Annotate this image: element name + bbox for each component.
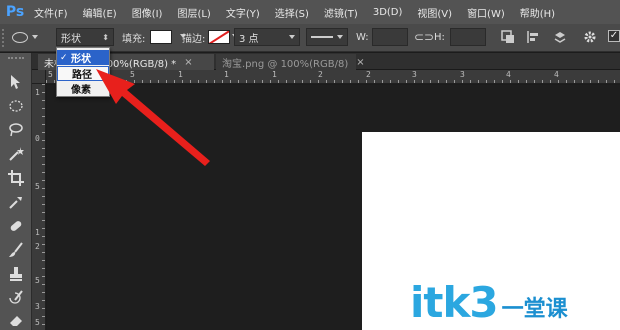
menu-help[interactable]: 帮助(H) (520, 5, 555, 20)
ruler-number: 2 (366, 70, 371, 79)
mode-option-path[interactable]: 路径 (57, 66, 109, 81)
crop-tool-icon[interactable] (7, 169, 25, 187)
watermark-cn: 一堂课 (501, 297, 568, 322)
document-tab[interactable]: 淘宝.png @ 100%(RGB/8) × (216, 54, 365, 70)
ruler-number: 3 (460, 70, 465, 79)
ruler-number: 3 (35, 302, 40, 311)
eraser-tool-icon[interactable] (7, 311, 25, 329)
lasso-tool-icon[interactable] (7, 121, 25, 139)
ruler-number: 2 (318, 70, 323, 79)
tool-preset-picker[interactable] (12, 28, 48, 46)
height-label: H: (434, 31, 445, 43)
move-tool-icon[interactable] (7, 73, 25, 91)
menu-view[interactable]: 视图(V) (417, 5, 452, 20)
menu-window[interactable]: 窗口(W) (467, 5, 505, 20)
tab-label: 淘宝.png @ 100%(RGB/8) (222, 58, 349, 70)
magic-wand-icon[interactable] (7, 145, 25, 163)
ruler-number: 1 (178, 70, 183, 79)
ellipse-icon (12, 31, 28, 43)
option-label: 形状 (71, 54, 91, 65)
ruler-number: 5 (35, 182, 40, 191)
mode-option-pixels[interactable]: 像素 (57, 81, 109, 96)
menu-type[interactable]: 文字(Y) (226, 5, 260, 20)
tool-mode-dropdown: ✓ 形状 路径 像素 (56, 47, 110, 97)
ruler-ticks (32, 84, 45, 330)
path-operations-icon[interactable] (500, 29, 516, 45)
stroke-width-value: 3 点 (239, 33, 259, 45)
chevron-down-icon (337, 35, 343, 39)
ruler-number: 3 (412, 70, 417, 79)
tools-panel (0, 53, 32, 330)
width-input[interactable] (372, 28, 408, 46)
ruler-number: 5 (130, 70, 135, 79)
fill-color-swatch[interactable] (150, 30, 172, 44)
tools-grip[interactable] (8, 57, 24, 61)
ruler-number: 4 (506, 70, 511, 79)
close-icon[interactable]: × (184, 57, 192, 68)
option-label: 像素 (71, 85, 91, 96)
ruler-number: 5 (35, 318, 40, 327)
line-sample (311, 36, 333, 38)
menu-file[interactable]: 文件(F) (34, 5, 68, 20)
tool-mode-select[interactable]: 形状 ⬍ (56, 28, 114, 46)
align-edges-checkbox[interactable]: ✓ (608, 30, 620, 42)
ruler-number: 4 (554, 70, 559, 79)
ruler-number: 1 (224, 70, 229, 79)
ruler-number: 0 (35, 134, 40, 143)
menu-image[interactable]: 图像(I) (132, 5, 163, 20)
options-grip[interactable] (2, 29, 6, 47)
stroke-width-select[interactable]: 3 点 (234, 28, 300, 46)
ruler-number: 1 (272, 70, 277, 79)
history-brush-icon[interactable] (7, 289, 25, 307)
menu-edit[interactable]: 编辑(E) (83, 5, 117, 20)
chevron-down-icon (32, 35, 38, 39)
clone-stamp-icon[interactable] (7, 265, 25, 283)
path-arrangement-icon[interactable] (552, 29, 568, 45)
vertical-ruler[interactable]: 1 0 5 1 2 5 3 5 (32, 84, 46, 330)
check-icon: ✓ (60, 52, 68, 63)
ruler-number: 1 (35, 88, 40, 97)
menu-3d[interactable]: 3D(D) (373, 7, 403, 18)
chevron-down-icon (289, 35, 295, 39)
ruler-origin[interactable] (32, 70, 46, 84)
width-label: W: (356, 31, 369, 43)
option-label: 路径 (72, 70, 92, 81)
mode-option-shape[interactable]: ✓ 形状 (57, 50, 109, 65)
marquee-tool-icon[interactable] (7, 97, 25, 115)
gear-icon[interactable] (582, 29, 598, 45)
updown-arrows-icon: ⬍ (102, 32, 109, 42)
menu-filter[interactable]: 滤镜(T) (324, 5, 358, 20)
menu-layer[interactable]: 图层(L) (177, 5, 210, 20)
stroke-label: 描边: (182, 33, 206, 45)
ruler-number: 1 (35, 228, 40, 237)
stroke-color-swatch[interactable] (208, 30, 230, 44)
watermark-text: itk3 (410, 277, 499, 327)
ruler-number: 2 (35, 242, 40, 251)
fill-label: 填充: (122, 33, 146, 45)
menu-bar: Ps 文件(F) 编辑(E) 图像(I) 图层(L) 文字(Y) 选择(S) 滤… (0, 0, 620, 24)
watermark-logo: itk3 一堂课 (410, 274, 620, 330)
tool-mode-value: 形状 (61, 33, 81, 45)
close-icon[interactable]: × (356, 57, 364, 68)
stroke-type-select[interactable] (306, 28, 348, 46)
document-tab-bar: 未标题-1 @ 100%(RGB/8) * × 淘宝.png @ 100%(RG… (32, 53, 620, 70)
photoshop-logo: Ps (5, 4, 25, 20)
no-color-slash-icon (209, 31, 229, 43)
eyedropper-tool-icon[interactable] (7, 193, 25, 211)
height-input[interactable] (450, 28, 486, 46)
link-icon[interactable]: ⊂⊃ (414, 28, 434, 46)
ruler-number: 5 (35, 276, 40, 285)
path-alignment-icon[interactable] (526, 29, 542, 45)
menu-select[interactable]: 选择(S) (275, 5, 309, 20)
brush-tool-icon[interactable] (7, 241, 25, 259)
healing-brush-icon[interactable] (7, 217, 25, 235)
horizontal-ruler[interactable]: 5 0 5 1 1 1 2 2 3 3 4 4 (46, 70, 620, 84)
ruler-number: 5 (48, 70, 53, 79)
